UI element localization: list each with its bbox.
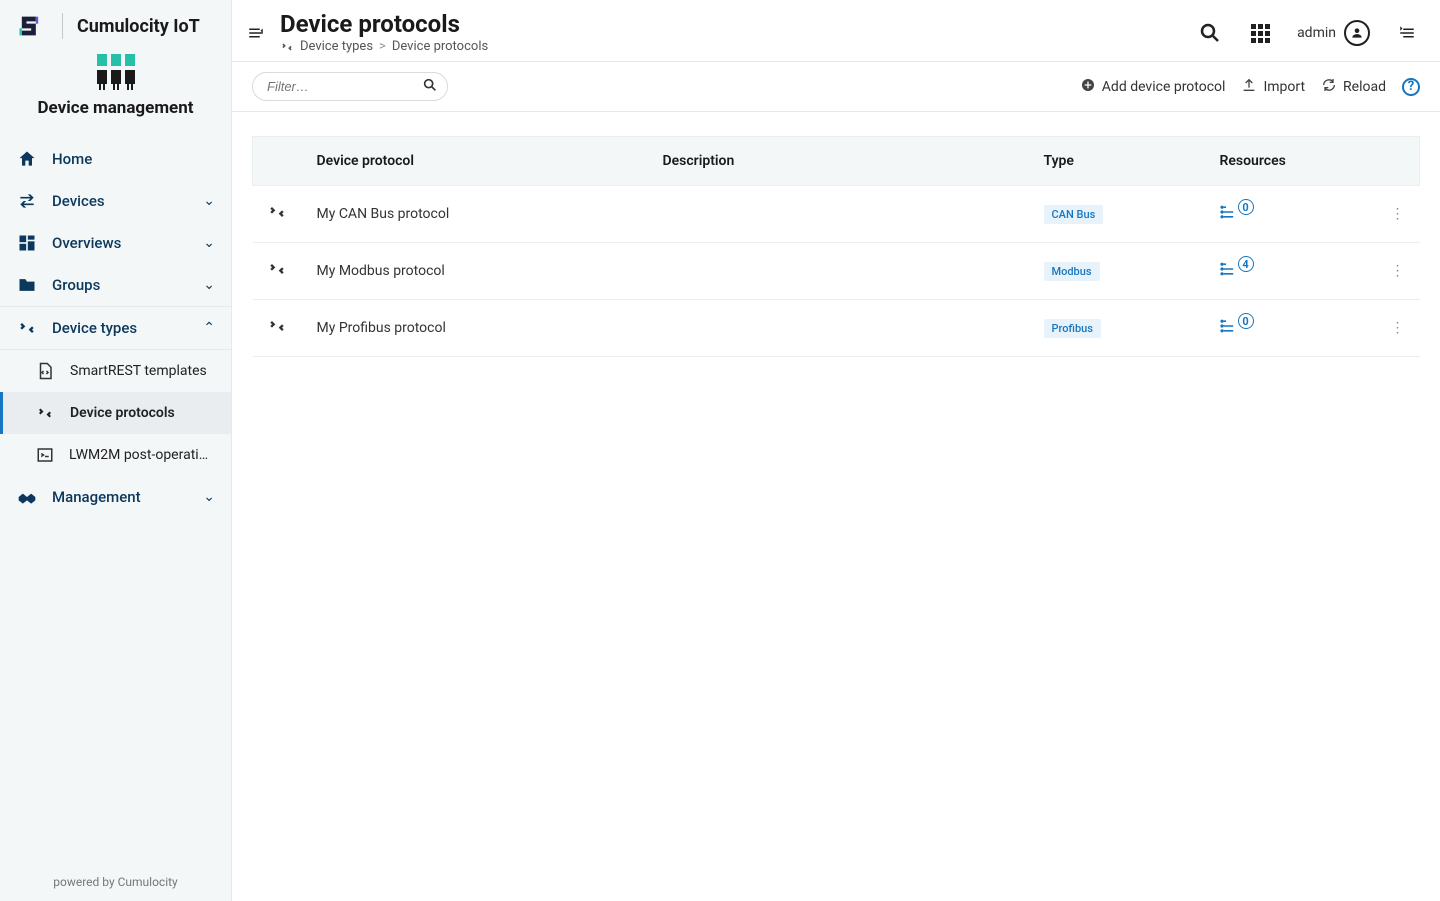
add-device-protocol-button[interactable]: Add device protocol bbox=[1080, 77, 1226, 97]
type-chip: Profibus bbox=[1044, 319, 1101, 338]
main: Device protocols Device types > Device p… bbox=[232, 0, 1440, 901]
file-code-icon bbox=[34, 360, 56, 382]
chevron-down-icon: ⌄ bbox=[203, 235, 215, 251]
resource-badge: 0 bbox=[1220, 204, 1259, 220]
chevron-down-icon: ⌄ bbox=[203, 489, 215, 505]
filter-wrap bbox=[252, 72, 448, 101]
sidebar-footer: powered by Cumulocity bbox=[0, 863, 231, 901]
right-panel-toggle[interactable] bbox=[1394, 20, 1420, 46]
nav-overviews[interactable]: Overviews ⌄ bbox=[0, 222, 231, 264]
nav-device-types[interactable]: Device types ⌃ bbox=[0, 306, 231, 350]
breadcrumb-sep: > bbox=[379, 39, 386, 54]
row-menu-button[interactable]: ⋮ bbox=[1390, 320, 1406, 336]
nav-groups[interactable]: Groups ⌄ bbox=[0, 264, 231, 306]
cell-name: My Modbus protocol bbox=[303, 243, 649, 300]
th-protocol[interactable]: Device protocol bbox=[303, 137, 649, 186]
collapse-sidebar-button[interactable] bbox=[244, 21, 268, 45]
nav-sub-lwm2m[interactable]: LWM2M post-operations bbox=[0, 434, 231, 476]
type-chip: CAN Bus bbox=[1044, 205, 1104, 224]
toolbar: Add device protocol Import Reload ? bbox=[232, 62, 1440, 112]
row-menu-button[interactable]: ⋮ bbox=[1390, 206, 1406, 222]
chevron-down-icon: ⌄ bbox=[203, 277, 215, 293]
plus-circle-icon bbox=[1080, 77, 1096, 97]
protocol-icon bbox=[280, 40, 294, 54]
exchange-icon bbox=[16, 190, 38, 212]
sidebar: Cumulocity IoT Device management bbox=[0, 0, 232, 901]
type-chip: Modbus bbox=[1044, 262, 1100, 281]
row-menu-button[interactable]: ⋮ bbox=[1390, 263, 1406, 279]
th-description[interactable]: Description bbox=[649, 137, 1030, 186]
cell-desc bbox=[649, 300, 1030, 357]
protocol-table: Device protocol Description Type Resourc… bbox=[252, 136, 1420, 357]
filter-input[interactable] bbox=[252, 72, 448, 101]
app-icon bbox=[91, 52, 141, 94]
table-row[interactable]: My CAN Bus protocol CAN Bus 0 ⋮ bbox=[253, 186, 1420, 243]
home-icon bbox=[16, 148, 38, 170]
app-title: Device management bbox=[0, 98, 231, 118]
brand-name: Cumulocity IoT bbox=[77, 16, 200, 37]
cell-name: My Profibus protocol bbox=[303, 300, 649, 357]
global-search-button[interactable] bbox=[1197, 20, 1223, 46]
nav-management[interactable]: Management ⌄ bbox=[0, 476, 231, 518]
nav-sub-device-protocols[interactable]: Device protocols bbox=[0, 392, 231, 434]
avatar-icon bbox=[1344, 20, 1370, 46]
folder-icon bbox=[16, 274, 38, 296]
handshake-icon bbox=[16, 486, 38, 508]
brand: Cumulocity IoT bbox=[0, 0, 231, 48]
help-button[interactable]: ? bbox=[1402, 78, 1420, 96]
table-row[interactable]: My Profibus protocol Profibus 0 ⋮ bbox=[253, 300, 1420, 357]
topbar: Device protocols Device types > Device p… bbox=[232, 0, 1440, 62]
content: Device protocol Description Type Resourc… bbox=[232, 112, 1440, 901]
refresh-icon bbox=[1321, 77, 1337, 97]
user-menu[interactable]: admin bbox=[1297, 20, 1370, 46]
protocol-icon bbox=[16, 317, 38, 339]
protocol-icon bbox=[267, 324, 287, 340]
protocol-icon bbox=[34, 402, 56, 424]
nav-devices[interactable]: Devices ⌄ bbox=[0, 180, 231, 222]
nav: Home Devices ⌄ Overviews ⌄ Grou bbox=[0, 130, 231, 863]
chevron-up-icon: ⌃ bbox=[203, 320, 215, 336]
nav-sub-smartrest[interactable]: SmartREST templates bbox=[0, 350, 231, 392]
import-button[interactable]: Import bbox=[1241, 77, 1305, 97]
protocol-icon bbox=[267, 267, 287, 283]
terminal-icon bbox=[34, 444, 55, 466]
upload-icon bbox=[1241, 77, 1257, 97]
th-resources[interactable]: Resources bbox=[1206, 137, 1376, 186]
apps-grid-button[interactable] bbox=[1247, 20, 1273, 46]
cell-desc bbox=[649, 186, 1030, 243]
brand-logo-icon bbox=[16, 12, 44, 40]
dashboard-icon bbox=[16, 232, 38, 254]
th-type[interactable]: Type bbox=[1030, 137, 1206, 186]
breadcrumb: Device types > Device protocols bbox=[280, 39, 1197, 54]
nav-home[interactable]: Home bbox=[0, 138, 231, 180]
nav-device-types-sub: SmartREST templates Device protocols LWM… bbox=[0, 350, 231, 476]
breadcrumb-root[interactable]: Device types bbox=[300, 39, 373, 54]
breadcrumb-current: Device protocols bbox=[392, 39, 488, 54]
app-icon-block: Device management bbox=[0, 48, 231, 130]
resource-badge: 0 bbox=[1220, 318, 1259, 334]
reload-button[interactable]: Reload bbox=[1321, 77, 1386, 97]
cell-name: My CAN Bus protocol bbox=[303, 186, 649, 243]
table-row[interactable]: My Modbus protocol Modbus 4 ⋮ bbox=[253, 243, 1420, 300]
cell-desc bbox=[649, 243, 1030, 300]
page-title: Device protocols bbox=[280, 11, 1197, 37]
search-icon bbox=[422, 77, 438, 97]
user-name: admin bbox=[1297, 25, 1336, 41]
protocol-icon bbox=[267, 210, 287, 226]
chevron-down-icon: ⌄ bbox=[203, 193, 215, 209]
resource-badge: 4 bbox=[1220, 261, 1259, 277]
